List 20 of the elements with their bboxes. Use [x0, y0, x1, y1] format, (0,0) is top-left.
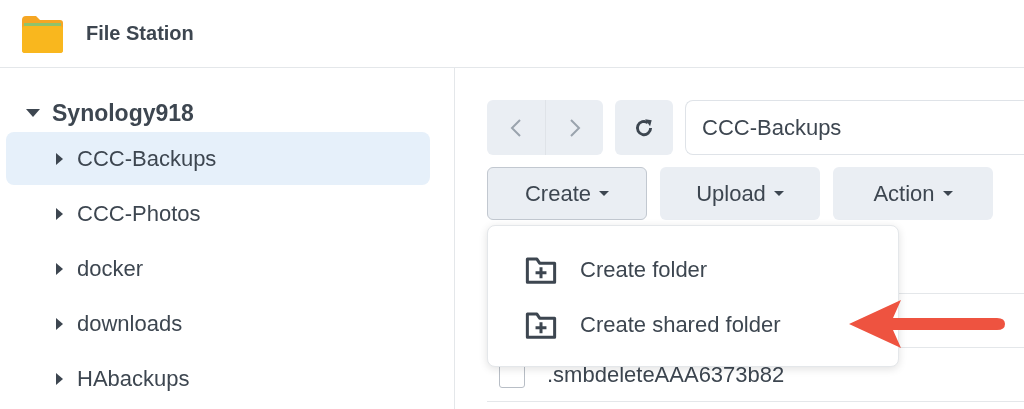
forward-button[interactable] [545, 100, 603, 155]
menu-item[interactable]: Create folder [488, 242, 842, 297]
tree-item[interactable]: CCC-Photos [6, 187, 430, 240]
tree-item[interactable]: downloads [6, 297, 430, 350]
toolbar-button[interactable]: Create [487, 167, 647, 220]
chevron-left-icon [510, 117, 522, 138]
back-button[interactable] [487, 100, 545, 155]
toolbar-button[interactable]: Upload [660, 167, 820, 220]
window-title: File Station [86, 22, 194, 45]
chevron-right-icon [568, 117, 581, 138]
toolbar-button[interactable]: Action [833, 167, 993, 220]
refresh-icon [633, 116, 655, 139]
tree-item[interactable]: HAbackups [6, 352, 430, 405]
path-field[interactable]: CCC-Backups [685, 100, 1024, 155]
tree-item[interactable]: CCC-Backups [6, 132, 430, 185]
tree-item[interactable]: docker [6, 242, 430, 295]
refresh-button[interactable] [615, 100, 673, 155]
tree-item[interactable]: Synology918 [6, 96, 430, 130]
folder-icon [20, 13, 64, 54]
menu-item[interactable]: Create shared folder [488, 297, 842, 352]
